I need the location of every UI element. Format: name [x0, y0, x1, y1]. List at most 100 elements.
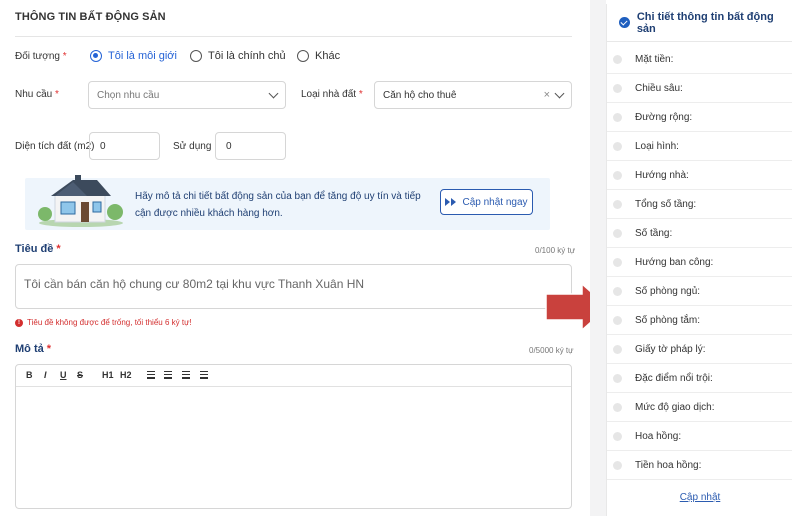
editor-toolbar: B I U S H1 H2 — [16, 365, 571, 387]
status-dot-icon — [613, 257, 622, 267]
chevron-down-icon — [554, 88, 565, 98]
italic-button[interactable]: I — [44, 370, 47, 380]
required-mark: * — [56, 243, 61, 255]
bullet-list-icon[interactable] — [164, 371, 172, 379]
status-dot-icon — [613, 373, 622, 383]
status-dot-icon — [613, 402, 622, 412]
required-mark: * — [358, 89, 363, 100]
sidebar-title: Chi tiết thông tin bất động sản — [636, 10, 774, 35]
sidebar-item: Tổng số tầng: — [607, 190, 792, 219]
details-sidebar: Chi tiết thông tin bất động sản Mặt tiền… — [606, 4, 792, 516]
chevron-down-icon — [268, 88, 279, 98]
sidebar-item-label: Hoa hồng: — [635, 430, 682, 442]
banner-text: Hãy mô tả chi tiết bất động sản của bạn … — [135, 191, 421, 219]
area-input[interactable]: 0 — [89, 132, 160, 160]
sidebar-item: Giấy tờ pháp lý: — [607, 335, 792, 364]
bold-button[interactable]: B — [26, 370, 33, 380]
need-select[interactable]: Chọn nhu cầu — [88, 81, 286, 109]
status-dot-icon — [613, 199, 622, 209]
clear-icon[interactable]: × — [544, 89, 550, 101]
check-circle-icon — [619, 17, 630, 28]
sidebar-item: Số tầng: — [607, 219, 792, 248]
description-counter: 0/5000 ký tự — [529, 346, 574, 355]
underline-button[interactable]: U — [60, 370, 67, 380]
sidebar-item-label: Mức độ giao dịch: — [635, 401, 715, 413]
title-input[interactable]: Tôi cần bán căn hộ chung cư 80m2 tại khu… — [15, 264, 572, 309]
house-illustration-icon — [38, 175, 123, 227]
title-counter: 0/100 ký tự — [535, 246, 576, 255]
radio-circle-icon — [190, 50, 202, 62]
sidebar-item: Đường rộng: — [607, 103, 792, 132]
status-dot-icon — [613, 431, 622, 441]
indent-icon[interactable] — [200, 371, 208, 379]
sidebar-header: Chi tiết thông tin bất động sản — [607, 4, 792, 42]
sidebar-item: Chiều sâu: — [607, 74, 792, 103]
sidebar-item: Mức độ giao dịch: — [607, 393, 792, 422]
status-dot-icon — [613, 141, 622, 151]
strikethrough-button[interactable]: S — [77, 370, 83, 380]
sidebar-item: Đặc điểm nổi trội: — [607, 364, 792, 393]
radio-circle-icon — [90, 50, 102, 62]
status-dot-icon — [613, 228, 622, 238]
radio-owner-label: Tôi là chính chủ — [208, 50, 286, 62]
sidebar-item: Loại hình: — [607, 132, 792, 161]
radio-other-label: Khác — [315, 50, 341, 62]
status-dot-icon — [613, 344, 622, 354]
sidebar-item-label: Hướng ban công: — [635, 256, 714, 268]
description-field-label: Mô tả * — [15, 343, 51, 355]
land-type-select[interactable]: Căn hộ cho thuê × — [374, 81, 572, 109]
area-label: Diện tích đất (m2) — [15, 141, 95, 152]
need-label-text: Nhu cầu — [15, 89, 53, 100]
radio-other[interactable]: Khác — [297, 50, 340, 62]
description-editor[interactable]: B I U S H1 H2 — [15, 364, 572, 509]
outdent-icon[interactable] — [182, 371, 190, 379]
info-banner: Hãy mô tả chi tiết bất động sản của bạn … — [25, 175, 550, 230]
sidebar-item-label: Mặt tiền: — [635, 53, 674, 65]
land-type-value: Căn hộ cho thuê — [383, 89, 457, 101]
sidebar-item-label: Số phòng tắm: — [635, 314, 701, 326]
sidebar-item-label: Giấy tờ pháp lý: — [635, 343, 706, 355]
required-mark: * — [55, 89, 59, 100]
sidebar-item: Mặt tiền: — [607, 45, 792, 74]
land-type-label-text: Loại nhà đất — [301, 89, 357, 100]
subject-label: Đối tượng * — [15, 51, 67, 62]
ordered-list-icon[interactable] — [147, 371, 155, 379]
sidebar-item: Số phòng tắm: — [607, 306, 792, 335]
radio-broker[interactable]: Tôi là môi giới — [90, 50, 177, 62]
sidebar-item-label: Đặc điểm nổi trội: — [635, 372, 713, 384]
status-dot-icon — [613, 315, 622, 325]
sidebar-item: Hoa hồng: — [607, 422, 792, 451]
section-title: THÔNG TIN BẤT ĐỘNG SẢN — [15, 11, 166, 23]
description-label-text: Mô tả — [15, 343, 44, 355]
heading1-button[interactable]: H1 — [102, 370, 114, 380]
usage-input[interactable]: 0 — [215, 132, 286, 160]
sidebar-item: Hướng nhà: — [607, 161, 792, 190]
status-dot-icon — [613, 170, 622, 180]
sidebar-item: Số phòng ngủ: — [607, 277, 792, 306]
sidebar-item-label: Số tầng: — [635, 227, 673, 239]
radio-owner[interactable]: Tôi là chính chủ — [190, 50, 286, 62]
status-dot-icon — [613, 460, 622, 470]
subject-label-text: Đối tượng — [15, 51, 60, 62]
sidebar-item: Hướng ban công: — [607, 248, 792, 277]
sidebar-item-label: Đường rộng: — [635, 111, 693, 123]
property-form: THÔNG TIN BẤT ĐỘNG SẢN Đối tượng * Tôi l… — [0, 0, 610, 516]
radio-circle-icon — [297, 50, 309, 62]
status-dot-icon — [613, 83, 622, 93]
land-type-label: Loại nhà đất * — [301, 89, 363, 100]
title-label-text: Tiêu đề — [15, 243, 54, 255]
update-now-label: Cập nhật ngay — [462, 196, 528, 208]
status-dot-icon — [613, 112, 622, 122]
update-now-button[interactable]: Cập nhật ngay — [440, 189, 533, 215]
sidebar-item-label: Chiều sâu: — [635, 82, 683, 94]
warning-icon: ! — [15, 318, 23, 327]
radio-broker-label: Tôi là môi giới — [108, 50, 177, 62]
title-error-text: Tiêu đề không được để trống, tối thiểu 6… — [27, 318, 192, 327]
usage-label: Sử dụng — [173, 141, 212, 152]
sidebar-update-link[interactable]: Cập nhật — [607, 492, 792, 503]
panel-gap — [590, 0, 606, 516]
required-mark: * — [62, 51, 67, 62]
sidebar-item: Tiền hoa hồng: — [607, 451, 792, 480]
heading2-button[interactable]: H2 — [120, 370, 132, 380]
fast-forward-icon — [445, 198, 457, 206]
